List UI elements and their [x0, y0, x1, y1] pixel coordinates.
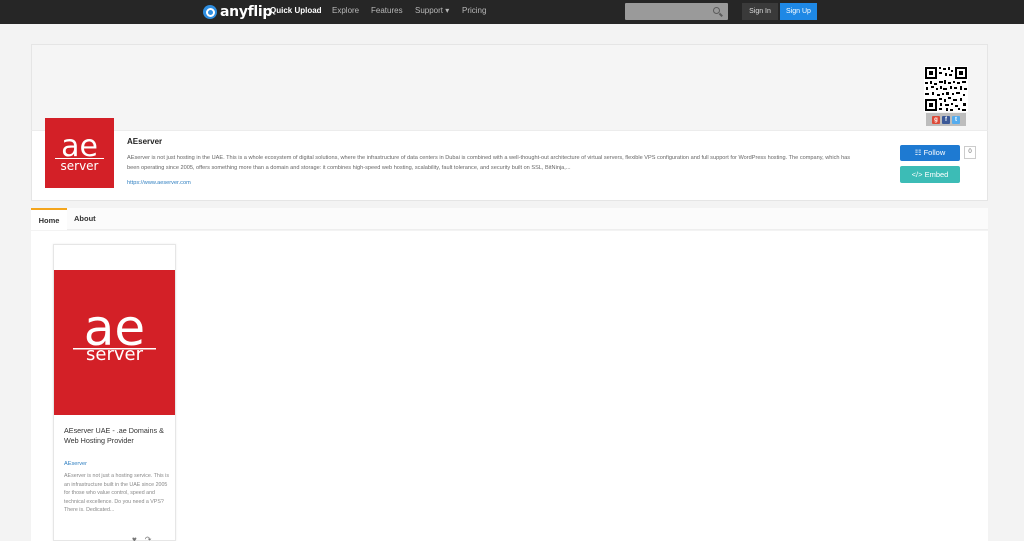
google-plus-icon[interactable]: g	[932, 115, 940, 124]
heart-icon[interactable]: ♥	[132, 535, 137, 541]
nav-features[interactable]: Features	[371, 6, 403, 15]
profile-tabs: Home About	[31, 208, 988, 230]
follow-button[interactable]: ☷ Follow	[900, 145, 960, 161]
logo-text: anyflip	[220, 4, 273, 20]
share-icon[interactable]: ↷	[145, 535, 152, 541]
anyflip-logo-icon	[203, 5, 217, 19]
profile-avatar[interactable]: ae server	[45, 118, 114, 188]
embed-label: Embed	[924, 170, 949, 179]
nav-support[interactable]: Support ▾	[415, 6, 449, 15]
sign-up-button[interactable]: Sign Up	[780, 3, 817, 20]
follower-count: 0	[964, 146, 976, 159]
share-icons-row: g f t	[926, 113, 966, 126]
top-navbar: anyflip Quick Upload Explore Features Su…	[0, 0, 1024, 24]
profile-website-link[interactable]: https://www.aeserver.com	[127, 180, 191, 186]
embed-button[interactable]: </> Embed	[900, 166, 960, 183]
qr-code-icon[interactable]	[924, 66, 968, 112]
book-card[interactable]: ae server AEserver UAE - .ae Domains & W…	[53, 244, 176, 541]
nav-quick-upload[interactable]: Quick Upload	[270, 6, 322, 15]
search-icon[interactable]	[713, 7, 720, 14]
book-actions: ♥ ↷	[132, 535, 151, 541]
rss-icon: ☷	[914, 148, 922, 157]
book-description: AEserver is not just a hosting service. …	[64, 473, 169, 514]
avatar-logo-bottom: server	[61, 159, 99, 173]
sign-in-button[interactable]: Sign In	[742, 3, 778, 20]
twitter-icon[interactable]: t	[952, 115, 960, 124]
anyflip-logo[interactable]: anyflip	[203, 4, 272, 20]
code-icon: </>	[911, 170, 923, 179]
facebook-icon[interactable]: f	[942, 115, 950, 124]
tab-home[interactable]: Home	[31, 208, 67, 230]
book-author[interactable]: AEserver	[64, 461, 87, 467]
nav-explore[interactable]: Explore	[332, 6, 359, 15]
book-cover-logo-bottom: server	[86, 344, 144, 365]
tab-about[interactable]: About	[74, 208, 96, 230]
book-cover[interactable]: ae server	[54, 270, 175, 415]
search-input[interactable]	[625, 3, 728, 20]
follow-label: Follow	[923, 148, 946, 157]
profile-name: AEserver	[127, 137, 163, 146]
book-title[interactable]: AEserver UAE - .ae Domains & Web Hosting…	[64, 426, 164, 446]
profile-description: AEserver is not just hosting in the UAE.…	[127, 155, 851, 171]
nav-pricing[interactable]: Pricing	[462, 6, 486, 15]
